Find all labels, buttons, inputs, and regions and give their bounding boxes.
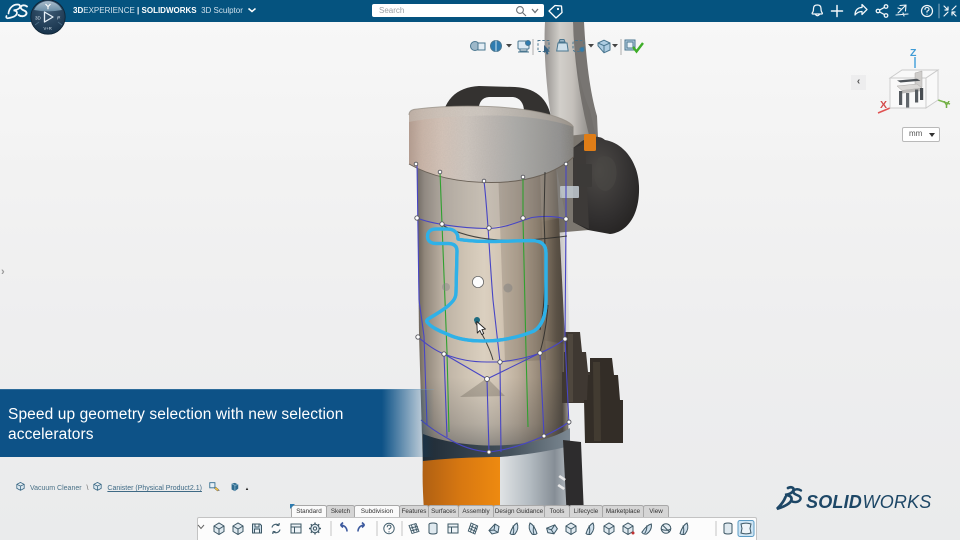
- svg-text:X: X: [880, 99, 887, 111]
- svg-text:V+R: V+R: [44, 26, 52, 31]
- svg-text:Z: Z: [910, 47, 917, 59]
- svg-text:Iᴿ: Iᴿ: [57, 16, 60, 21]
- svg-text:WORKS: WORKS: [863, 492, 932, 512]
- svg-text:Y: Y: [943, 99, 950, 111]
- svg-text:3D: 3D: [35, 16, 42, 21]
- svg-text:SOLID: SOLID: [806, 492, 862, 512]
